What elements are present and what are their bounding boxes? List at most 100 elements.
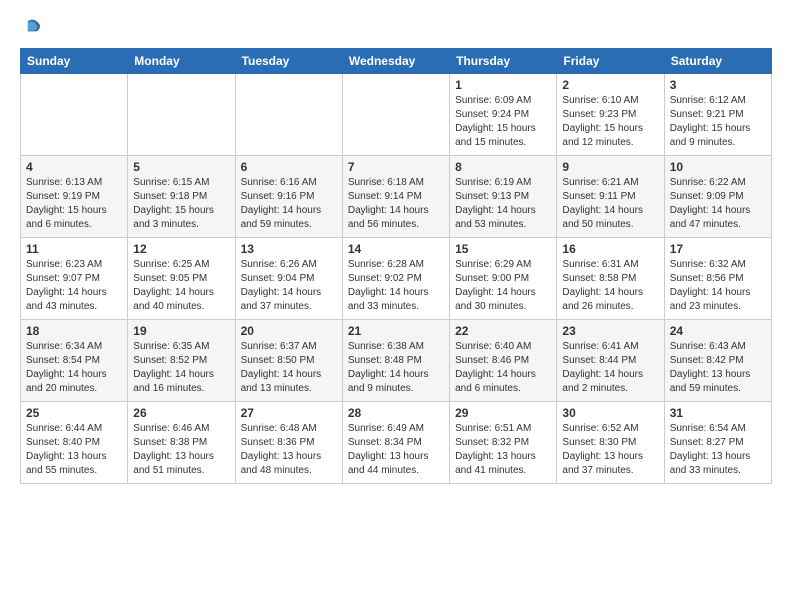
day-number: 10 [670,160,766,174]
calendar-cell: 13 Sunrise: 6:26 AM Sunset: 9:04 PM Dayli… [235,238,342,320]
weekday-row: SundayMondayTuesdayWednesdayThursdayFrid… [21,49,772,74]
day-info: Sunrise: 6:51 AM Sunset: 8:32 PM Dayligh… [455,422,551,478]
day-number: 31 [670,406,766,420]
day-info: Sunrise: 6:25 AM Sunset: 9:05 PM Dayligh… [133,258,229,314]
day-info: Sunrise: 6:37 AM Sunset: 8:50 PM Dayligh… [241,340,337,396]
day-info: Sunrise: 6:38 AM Sunset: 8:48 PM Dayligh… [348,340,444,396]
day-info: Sunrise: 6:52 AM Sunset: 8:30 PM Dayligh… [562,422,658,478]
calendar-cell: 27Sunrise: 6:48 AM Sunset: 8:36 PM Dayli… [235,402,342,484]
day-info: Sunrise: 6:35 AM Sunset: 8:52 PM Dayligh… [133,340,229,396]
day-number: 29 [455,406,551,420]
day-number: 24 [670,324,766,338]
day-info: Sunrise: 6:26 AM Sunset: 9:04 PM Dayligh… [241,258,337,314]
logo-icon [22,16,44,38]
calendar-header: SundayMondayTuesdayWednesdayThursdayFrid… [21,49,772,74]
day-info: Sunrise: 6:29 AM Sunset: 9:00 PM Dayligh… [455,258,551,314]
day-info: Sunrise: 6:43 AM Sunset: 8:42 PM Dayligh… [670,340,766,396]
weekday-header-thursday: Thursday [450,49,557,74]
day-number: 5 [133,160,229,174]
day-info: Sunrise: 6:49 AM Sunset: 8:34 PM Dayligh… [348,422,444,478]
day-number: 23 [562,324,658,338]
day-number: 20 [241,324,337,338]
calendar-cell: 20 Sunrise: 6:37 AM Sunset: 8:50 PM Dayli… [235,320,342,402]
weekday-header-tuesday: Tuesday [235,49,342,74]
page: SundayMondayTuesdayWednesdayThursdayFrid… [0,0,792,612]
calendar-row-3: 18 Sunrise: 6:34 AM Sunset: 8:54 PM Dayli… [21,320,772,402]
day-info: Sunrise: 6:54 AM Sunset: 8:27 PM Dayligh… [670,422,766,478]
calendar-row-0: 1 Sunrise: 6:09 AM Sunset: 9:24 PM Daylig… [21,74,772,156]
day-info: Sunrise: 6:46 AM Sunset: 8:38 PM Dayligh… [133,422,229,478]
calendar-cell: 4Sunrise: 6:13 AM Sunset: 9:19 PM Daylig… [21,156,128,238]
day-number: 21 [348,324,444,338]
day-info: Sunrise: 6:28 AM Sunset: 9:02 PM Dayligh… [348,258,444,314]
weekday-header-saturday: Saturday [664,49,771,74]
day-number: 11 [26,242,122,256]
calendar-cell: 9 Sunrise: 6:21 AM Sunset: 9:11 PM Daylig… [557,156,664,238]
day-number: 6 [241,160,337,174]
calendar-cell: 10 Sunrise: 6:22 AM Sunset: 9:09 PM Dayli… [664,156,771,238]
day-number: 15 [455,242,551,256]
calendar-cell: 29 Sunrise: 6:51 AM Sunset: 8:32 PM Dayli… [450,402,557,484]
day-info: Sunrise: 6:44 AM Sunset: 8:40 PM Dayligh… [26,422,122,478]
day-number: 25 [26,406,122,420]
calendar-cell [342,74,449,156]
day-info: Sunrise: 6:31 AM Sunset: 8:58 PM Dayligh… [562,258,658,314]
calendar-cell: 30 Sunrise: 6:52 AM Sunset: 8:30 PM Dayli… [557,402,664,484]
day-number: 30 [562,406,658,420]
weekday-header-friday: Friday [557,49,664,74]
day-number: 9 [562,160,658,174]
logo [20,16,44,38]
calendar-cell [235,74,342,156]
weekday-header-wednesday: Wednesday [342,49,449,74]
calendar-cell: 17Sunrise: 6:32 AM Sunset: 8:56 PM Dayli… [664,238,771,320]
calendar-row-1: 4Sunrise: 6:13 AM Sunset: 9:19 PM Daylig… [21,156,772,238]
day-info: Sunrise: 6:15 AM Sunset: 9:18 PM Dayligh… [133,176,229,232]
day-info: Sunrise: 6:23 AM Sunset: 9:07 PM Dayligh… [26,258,122,314]
day-number: 1 [455,78,551,92]
calendar-cell: 21 Sunrise: 6:38 AM Sunset: 8:48 PM Dayli… [342,320,449,402]
day-info: Sunrise: 6:48 AM Sunset: 8:36 PM Dayligh… [241,422,337,478]
day-info: Sunrise: 6:40 AM Sunset: 8:46 PM Dayligh… [455,340,551,396]
calendar-cell: 25 Sunrise: 6:44 AM Sunset: 8:40 PM Dayli… [21,402,128,484]
day-number: 28 [348,406,444,420]
calendar-body: 1 Sunrise: 6:09 AM Sunset: 9:24 PM Daylig… [21,74,772,484]
header [20,16,772,38]
calendar-cell: 5 Sunrise: 6:15 AM Sunset: 9:18 PM Daylig… [128,156,235,238]
calendar-cell [21,74,128,156]
day-info: Sunrise: 6:09 AM Sunset: 9:24 PM Dayligh… [455,94,551,150]
calendar-cell: 8Sunrise: 6:19 AM Sunset: 9:13 PM Daylig… [450,156,557,238]
day-number: 13 [241,242,337,256]
calendar-cell: 18 Sunrise: 6:34 AM Sunset: 8:54 PM Dayli… [21,320,128,402]
calendar-cell: 24 Sunrise: 6:43 AM Sunset: 8:42 PM Dayli… [664,320,771,402]
calendar-cell: 3Sunrise: 6:12 AM Sunset: 9:21 PM Daylig… [664,74,771,156]
calendar-cell [128,74,235,156]
day-info: Sunrise: 6:21 AM Sunset: 9:11 PM Dayligh… [562,176,658,232]
calendar-cell: 28 Sunrise: 6:49 AM Sunset: 8:34 PM Dayli… [342,402,449,484]
day-info: Sunrise: 6:19 AM Sunset: 9:13 PM Dayligh… [455,176,551,232]
calendar-cell: 22Sunrise: 6:40 AM Sunset: 8:46 PM Dayli… [450,320,557,402]
calendar-cell: 1 Sunrise: 6:09 AM Sunset: 9:24 PM Daylig… [450,74,557,156]
day-info: Sunrise: 6:41 AM Sunset: 8:44 PM Dayligh… [562,340,658,396]
calendar-cell: 6 Sunrise: 6:16 AM Sunset: 9:16 PM Daylig… [235,156,342,238]
day-info: Sunrise: 6:13 AM Sunset: 9:19 PM Dayligh… [26,176,122,232]
calendar-cell: 2Sunrise: 6:10 AM Sunset: 9:23 PM Daylig… [557,74,664,156]
calendar-cell: 23 Sunrise: 6:41 AM Sunset: 8:44 PM Dayli… [557,320,664,402]
calendar-cell: 15 Sunrise: 6:29 AM Sunset: 9:00 PM Dayli… [450,238,557,320]
calendar-table: SundayMondayTuesdayWednesdayThursdayFrid… [20,48,772,484]
calendar-cell: 16Sunrise: 6:31 AM Sunset: 8:58 PM Dayli… [557,238,664,320]
day-number: 18 [26,324,122,338]
day-number: 19 [133,324,229,338]
calendar-cell: 11 Sunrise: 6:23 AM Sunset: 9:07 PM Dayli… [21,238,128,320]
day-number: 17 [670,242,766,256]
day-info: Sunrise: 6:34 AM Sunset: 8:54 PM Dayligh… [26,340,122,396]
calendar-cell: 7Sunrise: 6:18 AM Sunset: 9:14 PM Daylig… [342,156,449,238]
day-info: Sunrise: 6:16 AM Sunset: 9:16 PM Dayligh… [241,176,337,232]
day-info: Sunrise: 6:10 AM Sunset: 9:23 PM Dayligh… [562,94,658,150]
day-info: Sunrise: 6:18 AM Sunset: 9:14 PM Dayligh… [348,176,444,232]
weekday-header-sunday: Sunday [21,49,128,74]
calendar-cell: 26Sunrise: 6:46 AM Sunset: 8:38 PM Dayli… [128,402,235,484]
weekday-header-monday: Monday [128,49,235,74]
day-number: 3 [670,78,766,92]
calendar-cell: 12Sunrise: 6:25 AM Sunset: 9:05 PM Dayli… [128,238,235,320]
day-info: Sunrise: 6:22 AM Sunset: 9:09 PM Dayligh… [670,176,766,232]
